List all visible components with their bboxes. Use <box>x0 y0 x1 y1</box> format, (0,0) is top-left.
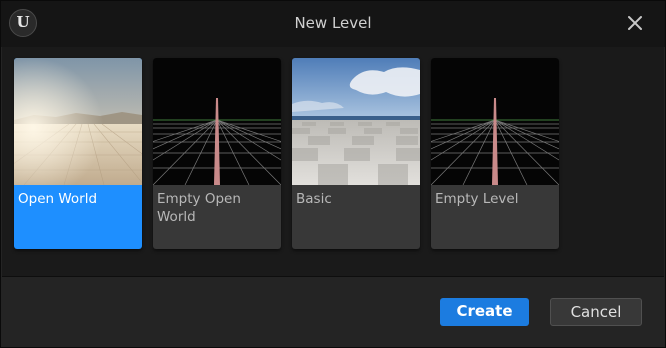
new-level-dialog: U New Level Open World Empty Open World … <box>0 0 666 348</box>
title-bar: U New Level <box>1 1 665 47</box>
template-tile-empty-level[interactable]: Empty Level <box>431 58 559 249</box>
template-list: Open World Empty Open World Basic Empty … <box>2 47 664 277</box>
cancel-button[interactable]: Cancel <box>550 298 642 326</box>
template-label: Empty Level <box>435 191 519 207</box>
template-label: Basic <box>296 191 332 207</box>
basic-thumbnail <box>292 58 420 185</box>
template-tile-open-world[interactable]: Open World <box>14 58 142 249</box>
template-label: Empty Open World <box>157 191 241 225</box>
dialog-title: New Level <box>294 14 372 32</box>
open-world-thumbnail <box>14 58 142 185</box>
empty-level-thumbnail <box>431 58 559 185</box>
template-tile-basic[interactable]: Basic <box>292 58 420 249</box>
template-tile-empty-open-world[interactable]: Empty Open World <box>153 58 281 249</box>
create-button[interactable]: Create <box>440 298 529 326</box>
empty-open-world-thumbnail <box>153 58 281 185</box>
template-label: Open World <box>18 191 98 207</box>
close-icon[interactable] <box>625 13 645 33</box>
